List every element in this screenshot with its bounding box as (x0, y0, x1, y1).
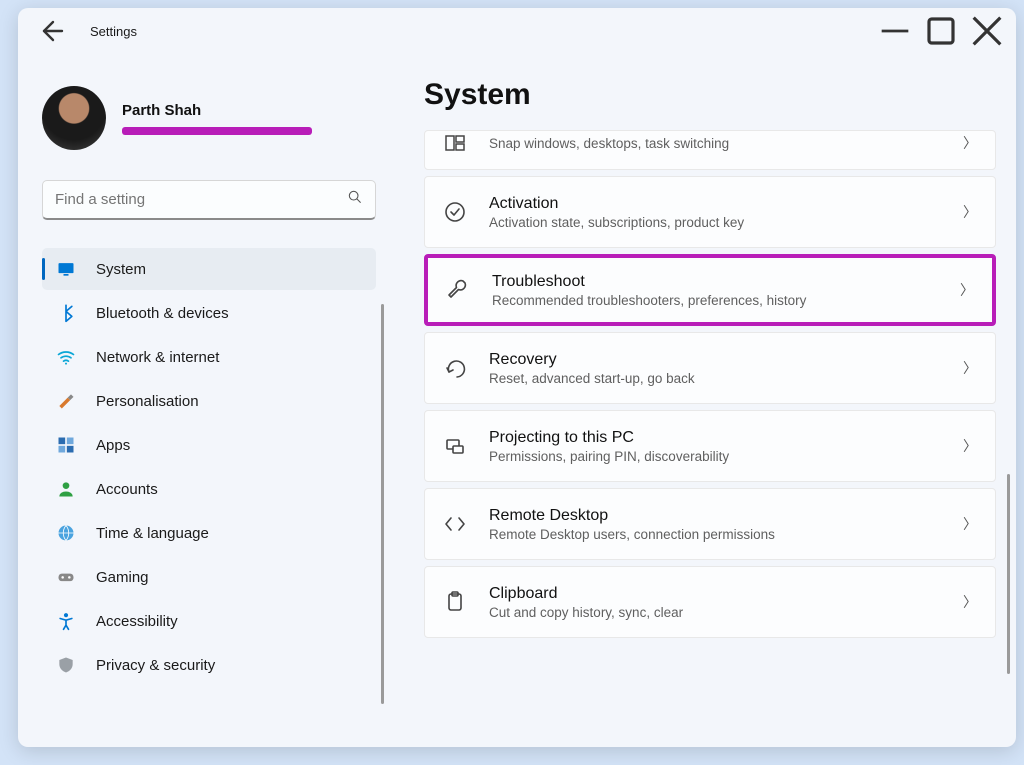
person-icon (56, 479, 76, 499)
profile-block[interactable]: Parth Shah (42, 86, 376, 150)
gamepad-icon (56, 567, 76, 587)
sidebar-item-accounts[interactable]: Accounts (42, 468, 376, 510)
settings-window: Settings Parth Shah Syst (18, 8, 1016, 747)
remote-icon (443, 512, 467, 536)
recovery-icon (443, 356, 467, 380)
sidebar-item-gaming[interactable]: Gaming (42, 556, 376, 598)
card-remote-desktop[interactable]: Remote Desktop Remote Desktop users, con… (424, 488, 996, 560)
main-scrollbar[interactable] (1007, 474, 1010, 674)
sidebar-item-label: Accounts (96, 481, 158, 498)
sidebar-item-privacy[interactable]: Privacy & security (42, 644, 376, 686)
sidebar-item-label: Accessibility (96, 613, 178, 630)
sidebar-item-personalisation[interactable]: Personalisation (42, 380, 376, 422)
clipboard-icon (443, 590, 467, 614)
card-clipboard[interactable]: Clipboard Cut and copy history, sync, cl… (424, 566, 996, 638)
sidebar: Parth Shah System Bluetooth & devices (18, 54, 388, 747)
back-button[interactable] (32, 13, 68, 49)
sidebar-item-label: Bluetooth & devices (96, 305, 229, 322)
monitor-icon (56, 259, 76, 279)
wrench-icon (446, 278, 470, 302)
card-title: Clipboard (489, 585, 941, 603)
sidebar-scrollbar[interactable] (381, 304, 384, 704)
sidebar-item-label: System (96, 261, 146, 278)
card-subtitle: Reset, advanced start-up, go back (489, 371, 941, 386)
maximize-button[interactable] (918, 15, 964, 47)
card-title: Activation (489, 195, 941, 213)
project-icon (443, 434, 467, 458)
apps-icon (56, 435, 76, 455)
card-title: Troubleshoot (492, 273, 938, 291)
window-controls (872, 15, 1010, 47)
shield-icon (56, 655, 76, 675)
chevron-right-icon: 〉 (963, 133, 977, 153)
card-subtitle: Snap windows, desktops, task switching (489, 136, 941, 151)
sidebar-item-label: Time & language (96, 525, 209, 542)
sidebar-item-label: Gaming (96, 569, 149, 586)
search-box[interactable] (42, 180, 376, 220)
sidebar-item-apps[interactable]: Apps (42, 424, 376, 466)
close-button[interactable] (964, 15, 1010, 47)
titlebar: Settings (18, 8, 1016, 54)
card-subtitle: Activation state, subscriptions, product… (489, 215, 941, 230)
profile-name: Parth Shah (122, 102, 312, 119)
search-icon (347, 189, 363, 210)
sidebar-item-label: Network & internet (96, 349, 219, 366)
sidebar-item-label: Apps (96, 437, 130, 454)
card-title: Projecting to this PC (489, 429, 941, 447)
card-troubleshoot[interactable]: Troubleshoot Recommended troubleshooters… (424, 254, 996, 326)
card-subtitle: Cut and copy history, sync, clear (489, 605, 941, 620)
sidebar-item-time-language[interactable]: Time & language (42, 512, 376, 554)
chevron-right-icon: 〉 (963, 436, 977, 456)
card-recovery[interactable]: Recovery Reset, advanced start-up, go ba… (424, 332, 996, 404)
profile-text: Parth Shah (122, 102, 312, 135)
card-activation[interactable]: Activation Activation state, subscriptio… (424, 176, 996, 248)
bluetooth-icon (56, 303, 76, 323)
sidebar-nav: System Bluetooth & devices Network & int… (42, 248, 376, 686)
profile-email-redacted (122, 127, 312, 135)
card-subtitle: Permissions, pairing PIN, discoverabilit… (489, 449, 941, 464)
multitask-icon (443, 131, 467, 155)
chevron-right-icon: 〉 (963, 514, 977, 534)
globe-icon (56, 523, 76, 543)
window-body: Parth Shah System Bluetooth & devices (18, 54, 1016, 747)
settings-cards: Snap windows, desktops, task switching 〉… (424, 130, 996, 739)
avatar (42, 86, 106, 150)
sidebar-item-network[interactable]: Network & internet (42, 336, 376, 378)
check-circle-icon (443, 200, 467, 224)
chevron-right-icon: 〉 (963, 202, 977, 222)
chevron-right-icon: 〉 (963, 358, 977, 378)
brush-icon (56, 391, 76, 411)
search-input[interactable] (55, 191, 347, 208)
page-title: System (424, 78, 996, 112)
card-projecting[interactable]: Projecting to this PC Permissions, pairi… (424, 410, 996, 482)
card-title: Remote Desktop (489, 507, 941, 525)
main-content: System Snap windows, desktops, task swit… (388, 54, 1016, 747)
card-subtitle: Recommended troubleshooters, preferences… (492, 293, 938, 308)
card-subtitle: Remote Desktop users, connection permiss… (489, 527, 941, 542)
minimize-button[interactable] (872, 15, 918, 47)
window-title: Settings (90, 24, 137, 39)
chevron-right-icon: 〉 (960, 280, 974, 300)
sidebar-item-bluetooth[interactable]: Bluetooth & devices (42, 292, 376, 334)
sidebar-item-system[interactable]: System (42, 248, 376, 290)
sidebar-item-label: Privacy & security (96, 657, 215, 674)
accessibility-icon (56, 611, 76, 631)
card-title: Recovery (489, 351, 941, 369)
wifi-icon (56, 347, 76, 367)
sidebar-item-label: Personalisation (96, 393, 199, 410)
sidebar-item-accessibility[interactable]: Accessibility (42, 600, 376, 642)
card-multitasking[interactable]: Snap windows, desktops, task switching 〉 (424, 130, 996, 170)
chevron-right-icon: 〉 (963, 592, 977, 612)
